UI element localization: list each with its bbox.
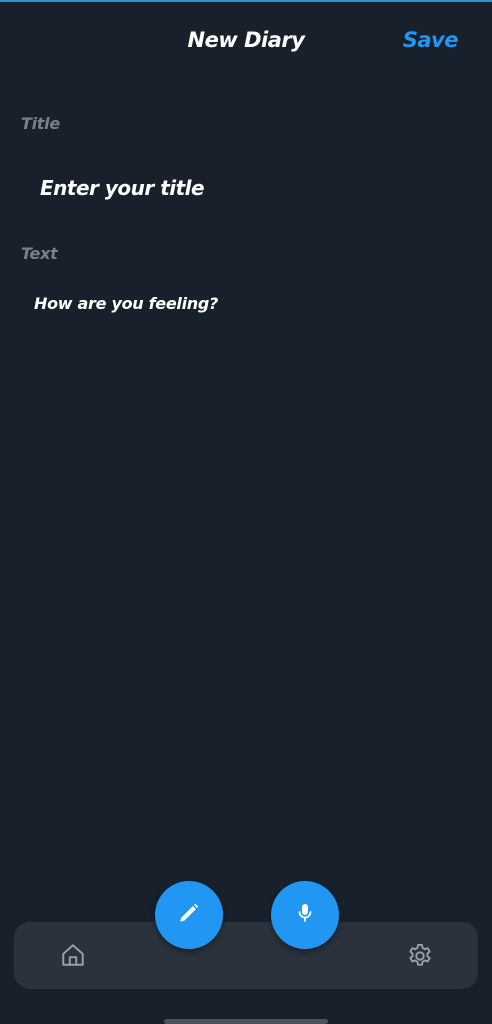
top-accent-line xyxy=(0,0,492,2)
microphone-icon xyxy=(293,901,317,929)
title-input[interactable] xyxy=(40,176,460,200)
bottom-nav-bar xyxy=(14,922,478,989)
voice-input-button[interactable] xyxy=(271,881,339,949)
home-icon[interactable] xyxy=(60,942,86,968)
home-indicator xyxy=(164,1019,328,1024)
title-field-label: Title xyxy=(21,114,60,133)
new-entry-button[interactable] xyxy=(155,881,223,949)
text-field-label: Text xyxy=(21,244,58,263)
gear-icon[interactable] xyxy=(406,942,434,970)
diary-text-input[interactable] xyxy=(34,294,464,854)
diary-screen: New Diary Save Title Text xyxy=(0,0,492,1024)
pencil-icon xyxy=(176,900,202,930)
save-button[interactable]: Save xyxy=(403,28,459,52)
